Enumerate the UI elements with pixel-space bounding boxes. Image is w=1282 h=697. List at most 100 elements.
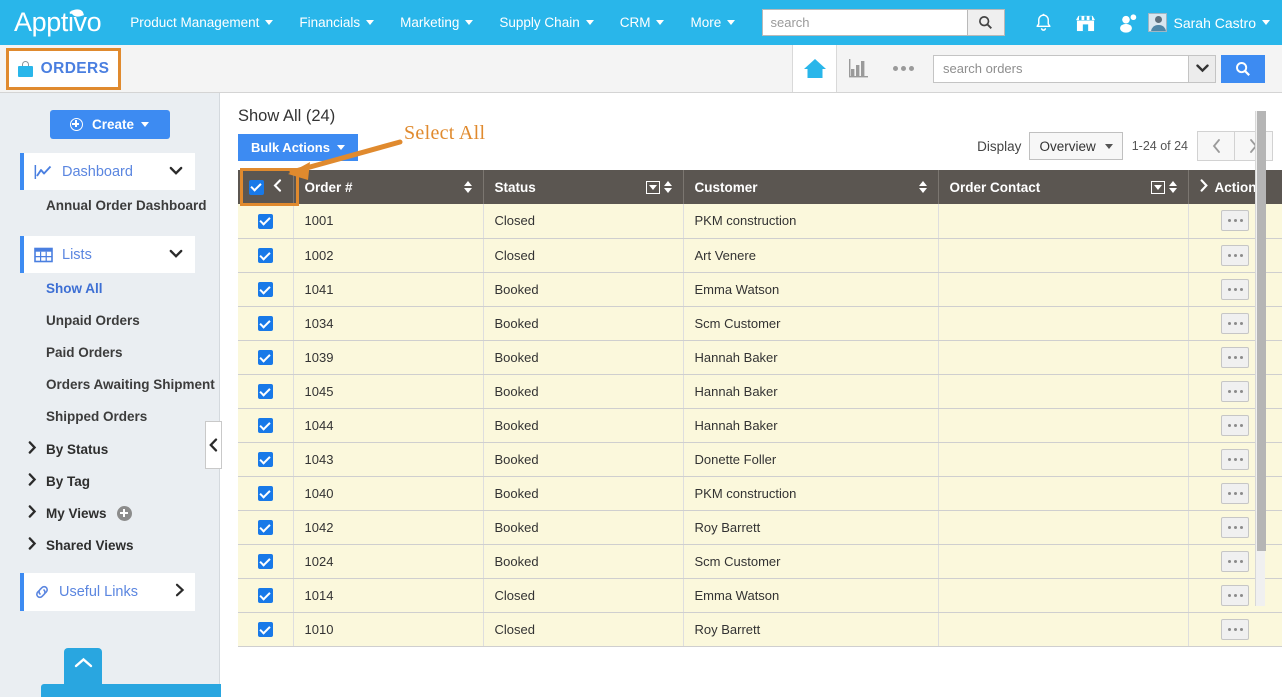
row-checkbox[interactable] [257,316,273,332]
row-checkbox[interactable] [257,350,273,366]
row-checkbox[interactable] [257,520,273,536]
row-actions-button[interactable] [1221,312,1249,334]
sidebar-tree-by-tag[interactable]: By Tag [0,465,219,497]
sidebar-section-lists[interactable]: Lists [20,236,195,273]
row-actions-button[interactable] [1221,550,1249,572]
filter-icon[interactable] [645,180,660,194]
orders-search-button[interactable] [1221,54,1265,83]
menu-item-marketing[interactable]: Marketing [387,0,486,45]
sidebar-item-paid-orders[interactable]: Paid Orders [0,337,219,369]
next-page-button[interactable] [1235,131,1273,161]
sidebar-section-dashboard[interactable]: Dashboard [20,153,195,190]
table-row[interactable]: 1034 Booked Scm Customer [238,306,1282,341]
user-menu[interactable]: Sarah Castro [1174,15,1270,31]
previous-page-button[interactable] [1197,131,1235,161]
table-row[interactable]: 1014 Closed Emma Watson [238,578,1282,613]
display-mode-select[interactable]: Overview [1029,132,1123,160]
row-actions-button[interactable] [1221,380,1249,402]
sidebar-tree-by-status[interactable]: By Status [0,433,219,465]
table-row[interactable]: 1041 Booked Emma Watson [238,272,1282,307]
more-options-button[interactable] [881,45,925,92]
table-row[interactable]: 1001 Closed PKM construction [238,204,1282,239]
table-row[interactable]: 1045 Booked Hannah Baker [238,374,1282,409]
sidebar-item-show-all[interactable]: Show All [0,273,219,305]
sidebar-collapse-handle[interactable] [205,421,222,469]
table-row[interactable]: 1039 Booked Hannah Baker [238,340,1282,375]
column-header-order[interactable]: Order # [293,170,484,204]
column-label-status: Status [494,179,536,195]
home-button[interactable] [793,45,837,92]
sidebar-item-unpaid-orders[interactable]: Unpaid Orders [0,305,219,337]
row-checkbox[interactable] [257,248,273,264]
row-checkbox[interactable] [257,384,273,400]
table-row[interactable]: 1043 Booked Donette Foller [238,442,1282,477]
column-header-actions[interactable]: Actions [1188,170,1282,204]
chevron-right-icon[interactable] [1200,179,1208,195]
add-view-icon[interactable] [116,505,132,521]
row-checkbox[interactable] [257,452,273,468]
table-row[interactable]: 1024 Booked Scm Customer [238,544,1282,579]
create-button[interactable]: Create [49,110,170,139]
sidebar-tree-my-views[interactable]: My Views [0,497,219,529]
row-checkbox[interactable] [257,213,273,229]
vertical-scrollbar-thumb[interactable] [1257,111,1266,551]
sidebar-tree-shared-views[interactable]: Shared Views [0,529,219,561]
row-actions-button[interactable] [1221,414,1249,436]
bulk-actions-button[interactable]: Bulk Actions [238,134,358,161]
sidebar-item-annual-order-dashboard[interactable]: Annual Order Dashboard [0,190,219,222]
add-user-button[interactable] [1118,13,1137,33]
global-search-button[interactable] [966,9,1005,36]
table-row[interactable]: 1010 Closed Roy Barrett [238,612,1282,647]
column-header-status[interactable]: Status [483,170,684,204]
row-checkbox[interactable] [257,486,273,502]
app-tab-orders[interactable]: ORDERS [6,48,121,90]
filter-icon[interactable] [1150,180,1165,194]
sort-icon[interactable] [918,181,927,193]
row-actions-button[interactable] [1221,346,1249,368]
row-checkbox[interactable] [257,282,273,298]
apptivo-logo[interactable]: Apptivo [14,7,102,38]
scroll-to-top-button[interactable] [64,648,102,684]
row-checkbox[interactable] [257,418,273,434]
row-actions-button[interactable] [1221,278,1249,300]
row-actions-button[interactable] [1221,448,1249,470]
orders-search-input[interactable] [933,54,1188,83]
table-row[interactable]: 1042 Booked Roy Barrett [238,510,1282,545]
sort-icon[interactable] [663,181,672,193]
select-all-checkbox[interactable] [249,179,264,195]
row-checkbox[interactable] [257,588,273,604]
sort-icon[interactable] [1168,181,1177,193]
menu-item-product-management[interactable]: Product Management [117,0,286,45]
sidebar-item-shipped-orders[interactable]: Shipped Orders [0,401,219,433]
column-header-customer[interactable]: Customer [683,170,939,204]
menu-item-financials[interactable]: Financials [286,0,387,45]
row-actions-button[interactable] [1221,618,1249,640]
row-actions-button[interactable] [1221,244,1249,266]
sort-icon[interactable] [463,181,472,193]
sidebar-item-useful-links[interactable]: Useful Links [20,573,195,611]
sidebar-item-orders-awaiting-shipment[interactable]: Orders Awaiting Shipment [0,369,219,401]
chevron-left-icon[interactable] [273,179,282,195]
row-actions-button[interactable] [1221,482,1249,504]
table-row[interactable]: 1044 Booked Hannah Baker [238,408,1282,443]
chevron-down-icon [169,163,183,181]
row-actions-button[interactable] [1221,584,1249,606]
menu-item-supply-chain[interactable]: Supply Chain [486,0,606,45]
display-mode-value: Overview [1039,138,1096,154]
menu-item-crm[interactable]: CRM [607,0,678,45]
row-actions-button[interactable] [1221,210,1249,232]
table-row[interactable]: 1040 Booked PKM construction [238,476,1282,511]
column-header-order-contact[interactable]: Order Contact [938,170,1189,204]
row-checkbox[interactable] [257,554,273,570]
global-search-input[interactable] [761,9,967,36]
row-actions-button[interactable] [1221,516,1249,538]
menu-item-more[interactable]: More [677,0,748,45]
notifications-button[interactable] [1034,13,1053,33]
vertical-scrollbar[interactable] [1255,111,1266,606]
row-checkbox[interactable] [257,622,273,638]
marketplace-button[interactable] [1075,13,1096,32]
orders-search-dropdown[interactable] [1188,54,1216,83]
search-icon [1236,61,1250,76]
table-row[interactable]: 1002 Closed Art Venere [238,238,1282,273]
reports-button[interactable] [837,45,881,92]
